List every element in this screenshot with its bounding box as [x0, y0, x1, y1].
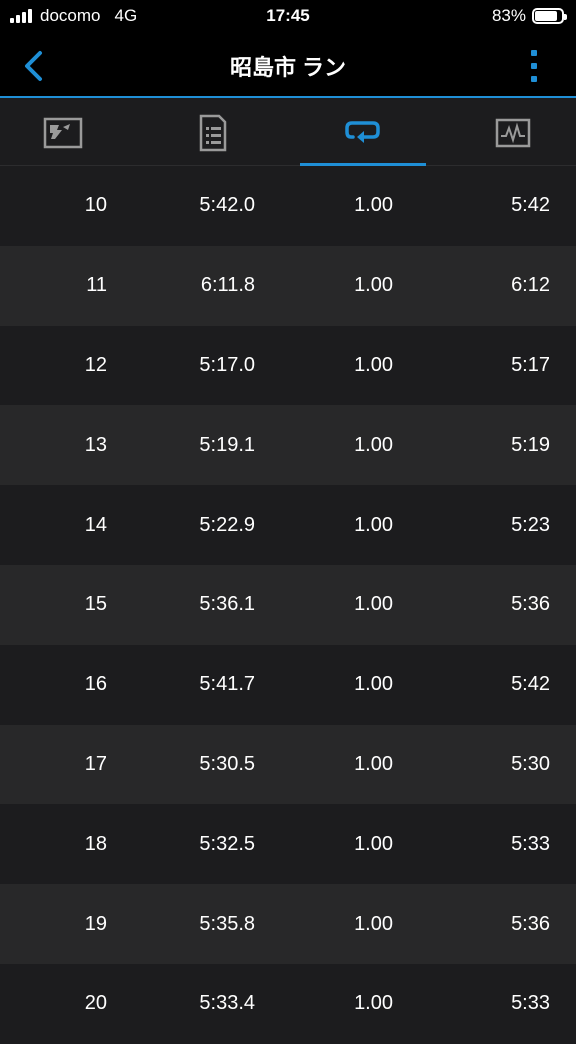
lap-row[interactable]: 18 5:32.5 1.00 5:33 [0, 804, 576, 885]
lap-row[interactable]: 19 5:35.8 1.00 5:36 [0, 884, 576, 964]
lap-distance: 1.00 [354, 992, 393, 1015]
lap-time: 5:41.7 [199, 673, 255, 696]
lap-distance: 1.00 [354, 194, 393, 217]
lap-time: 5:35.8 [199, 912, 255, 935]
lap-time: 5:33.4 [199, 992, 255, 1015]
nav-bar: 昭島市 ラン [0, 34, 576, 98]
lap-number: 14 [84, 513, 107, 536]
lap-distance: 1.00 [354, 353, 393, 376]
lap-pace: 5:17 [511, 353, 550, 376]
lap-number: 18 [84, 832, 107, 855]
laps-loop-icon [345, 120, 380, 143]
lap-number: 13 [84, 433, 107, 456]
lap-distance: 1.00 [354, 912, 393, 935]
lap-distance: 1.00 [354, 513, 393, 536]
battery-percent: 83% [491, 6, 526, 25]
lap-pace: 5:23 [511, 513, 550, 536]
lap-pace: 5:42 [511, 194, 550, 217]
chart-icon [495, 118, 531, 148]
lap-time: 5:22.9 [199, 513, 255, 536]
tab-details[interactable] [150, 100, 276, 166]
lap-number: 17 [84, 752, 107, 775]
lap-distance: 1.00 [354, 274, 393, 297]
status-time: 17:45 [266, 6, 310, 25]
lap-distance: 1.00 [354, 752, 393, 775]
map-icon [43, 117, 83, 149]
lap-time: 5:17.0 [199, 353, 255, 376]
lap-row[interactable]: 12 5:17.0 1.00 5:17 [0, 325, 576, 406]
battery-cap [564, 14, 567, 20]
lap-number: 20 [84, 992, 107, 1015]
lap-pace: 6:12 [511, 274, 550, 297]
tab-laps[interactable] [300, 100, 426, 166]
lap-distance: 1.00 [354, 673, 393, 696]
lap-pace: 5:42 [511, 673, 550, 696]
lap-row[interactable]: 11 6:11.8 1.00 6:12 [0, 245, 576, 326]
lap-row[interactable]: 13 5:19.1 1.00 5:19 [0, 405, 576, 486]
battery-fill [535, 11, 557, 21]
status-bar: docomo 4G 17:45 83% [0, 0, 576, 34]
more-menu-button[interactable] [522, 46, 546, 86]
lap-time: 5:42.0 [199, 194, 255, 217]
lap-pace: 5:33 [511, 992, 550, 1015]
battery-icon [532, 8, 567, 24]
lap-row[interactable]: 16 5:41.7 1.00 5:42 [0, 644, 576, 725]
lap-pace: 5:33 [511, 832, 550, 855]
lap-distance: 1.00 [354, 433, 393, 456]
lap-number: 11 [86, 274, 107, 297]
tab-charts[interactable] [450, 100, 576, 166]
lap-time: 6:11.8 [200, 274, 255, 297]
tab-bar [0, 100, 576, 166]
details-list-icon [199, 114, 227, 152]
lap-pace: 5:19 [511, 433, 550, 456]
lap-row[interactable]: 15 5:36.1 1.00 5:36 [0, 564, 576, 645]
lap-number: 15 [84, 593, 107, 616]
lap-time: 5:19.1 [199, 433, 255, 456]
lap-number: 12 [84, 353, 107, 376]
tab-map[interactable] [0, 100, 126, 166]
lap-row[interactable]: 17 5:30.5 1.00 5:30 [0, 724, 576, 805]
lap-distance: 1.00 [354, 593, 393, 616]
laps-table: 10 5:42.0 1.00 5:42 11 6:11.8 1.00 6:12 12 5:17.0… [0, 166, 576, 1044]
lap-time: 5:30.5 [199, 752, 255, 775]
lap-pace: 5:36 [511, 593, 550, 616]
lap-row[interactable]: 14 5:22.9 1.00 5:23 [0, 485, 576, 565]
lap-time: 5:36.1 [199, 593, 255, 616]
lap-number: 10 [84, 194, 107, 217]
vertical-ellipsis-icon [531, 50, 537, 82]
page-title: 昭島市 ラン [229, 55, 347, 80]
lap-row[interactable]: 10 5:42.0 1.00 5:42 [0, 166, 576, 246]
status-right: 83% [491, 6, 567, 26]
lap-time: 5:32.5 [199, 832, 255, 855]
lap-number: 16 [84, 673, 107, 696]
lap-number: 19 [84, 912, 107, 935]
lap-row[interactable]: 20 5:33.4 1.00 5:33 [0, 963, 576, 1044]
lap-pace: 5:36 [511, 912, 550, 935]
lap-distance: 1.00 [354, 832, 393, 855]
lap-pace: 5:30 [511, 752, 550, 775]
